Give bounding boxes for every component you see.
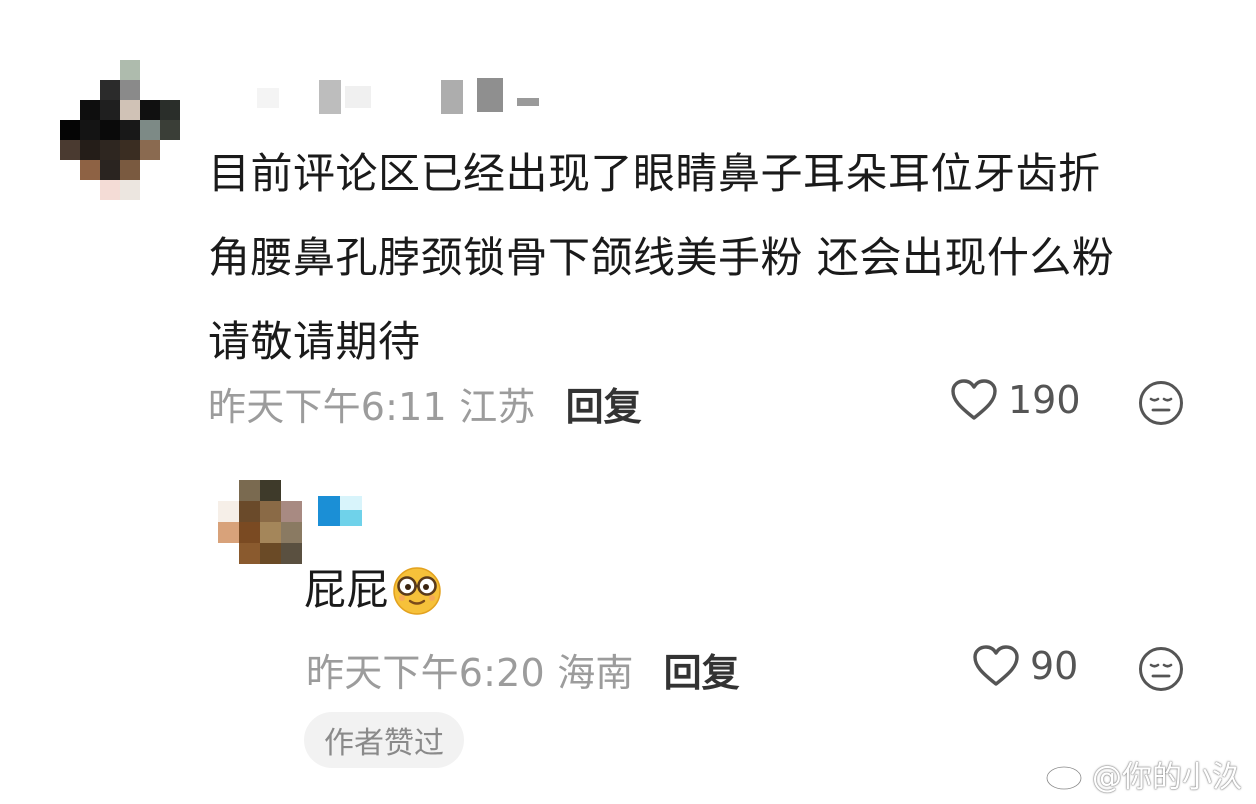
- watermark: @你的小汣: [1044, 752, 1242, 796]
- commenter-avatar[interactable]: [60, 60, 180, 200]
- nerd-glasses-emoji: [393, 567, 441, 615]
- author-liked-badge: 作者赞过: [304, 712, 464, 768]
- timestamp-location: 昨天下午6:20 海南: [306, 650, 634, 695]
- reply-button[interactable]: 回复: [664, 642, 740, 697]
- watermark-text: @你的小汣: [1092, 760, 1242, 795]
- username-blurred[interactable]: [318, 492, 368, 528]
- like-count: 90: [1030, 644, 1079, 688]
- reply-button[interactable]: 回复: [566, 376, 642, 431]
- timestamp-location: 昨天下午6:11 江苏: [208, 384, 536, 429]
- comment-meta: 昨天下午6:11 江苏 回复: [208, 376, 642, 431]
- like-button[interactable]: 190: [950, 378, 1081, 422]
- heart-outline-icon: [951, 379, 997, 420]
- like-count: 190: [1008, 378, 1081, 422]
- heart-outline-icon: [973, 645, 1019, 686]
- comment-text: 屁屁: [304, 556, 443, 624]
- like-button[interactable]: 90: [972, 644, 1078, 688]
- comment-meta: 昨天下午6:20 海南 回复: [306, 642, 740, 697]
- weibo-logo-icon: [1045, 760, 1086, 791]
- meh-face-icon[interactable]: [1138, 646, 1184, 692]
- comment-text: 目前评论区已经出现了眼睛鼻子耳朵耳位牙齿折 角腰鼻孔脖颈锁骨下颌线美手粉 还会出…: [208, 149, 1115, 366]
- username-blurred[interactable]: [255, 78, 555, 114]
- meh-face-icon[interactable]: [1138, 380, 1184, 426]
- comment-text-content: 屁屁: [304, 565, 390, 614]
- commenter-avatar[interactable]: [218, 480, 302, 564]
